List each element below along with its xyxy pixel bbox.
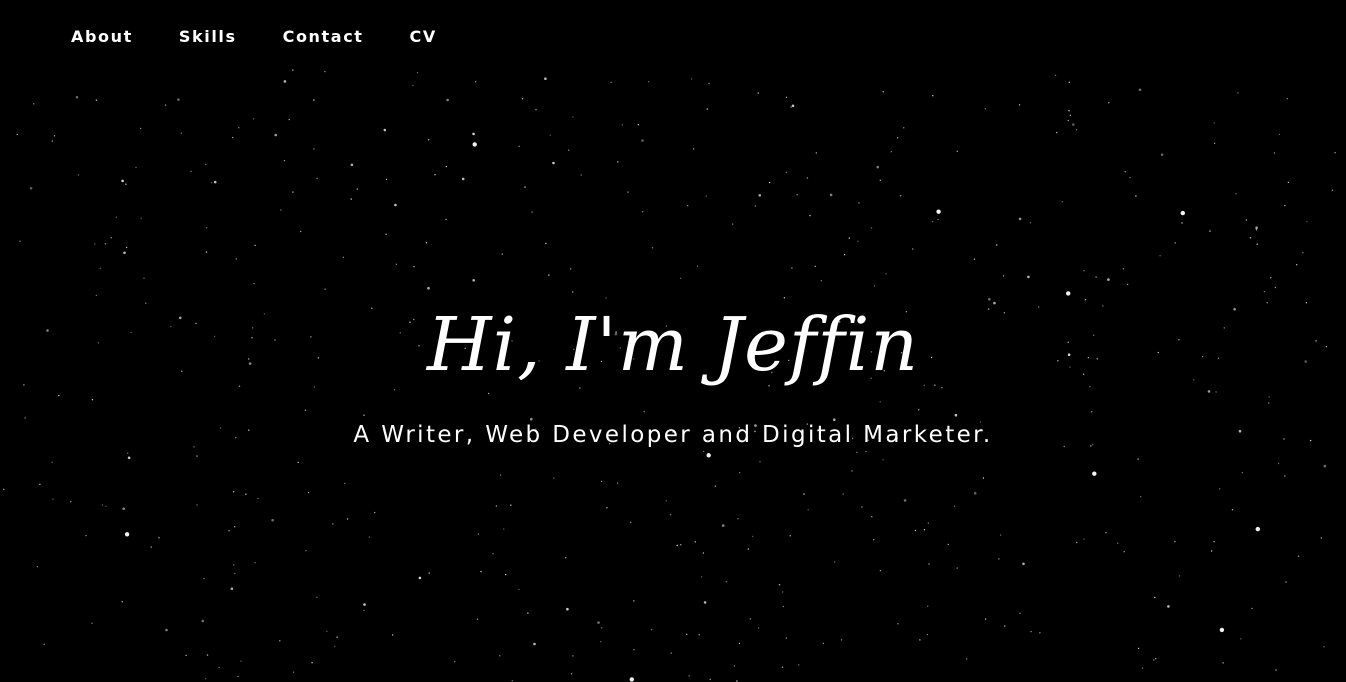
hero-subtitle: A Writer, Web Developer and Digital Mark… bbox=[353, 422, 993, 448]
hero-section: Hi, I'm Jeffin A Writer, Web Developer a… bbox=[0, 0, 1346, 682]
hero-title: Hi, I'm Jeffin bbox=[426, 302, 920, 388]
page: About Skills Contact CV Hi, I'm Jeffin A… bbox=[0, 0, 1346, 682]
